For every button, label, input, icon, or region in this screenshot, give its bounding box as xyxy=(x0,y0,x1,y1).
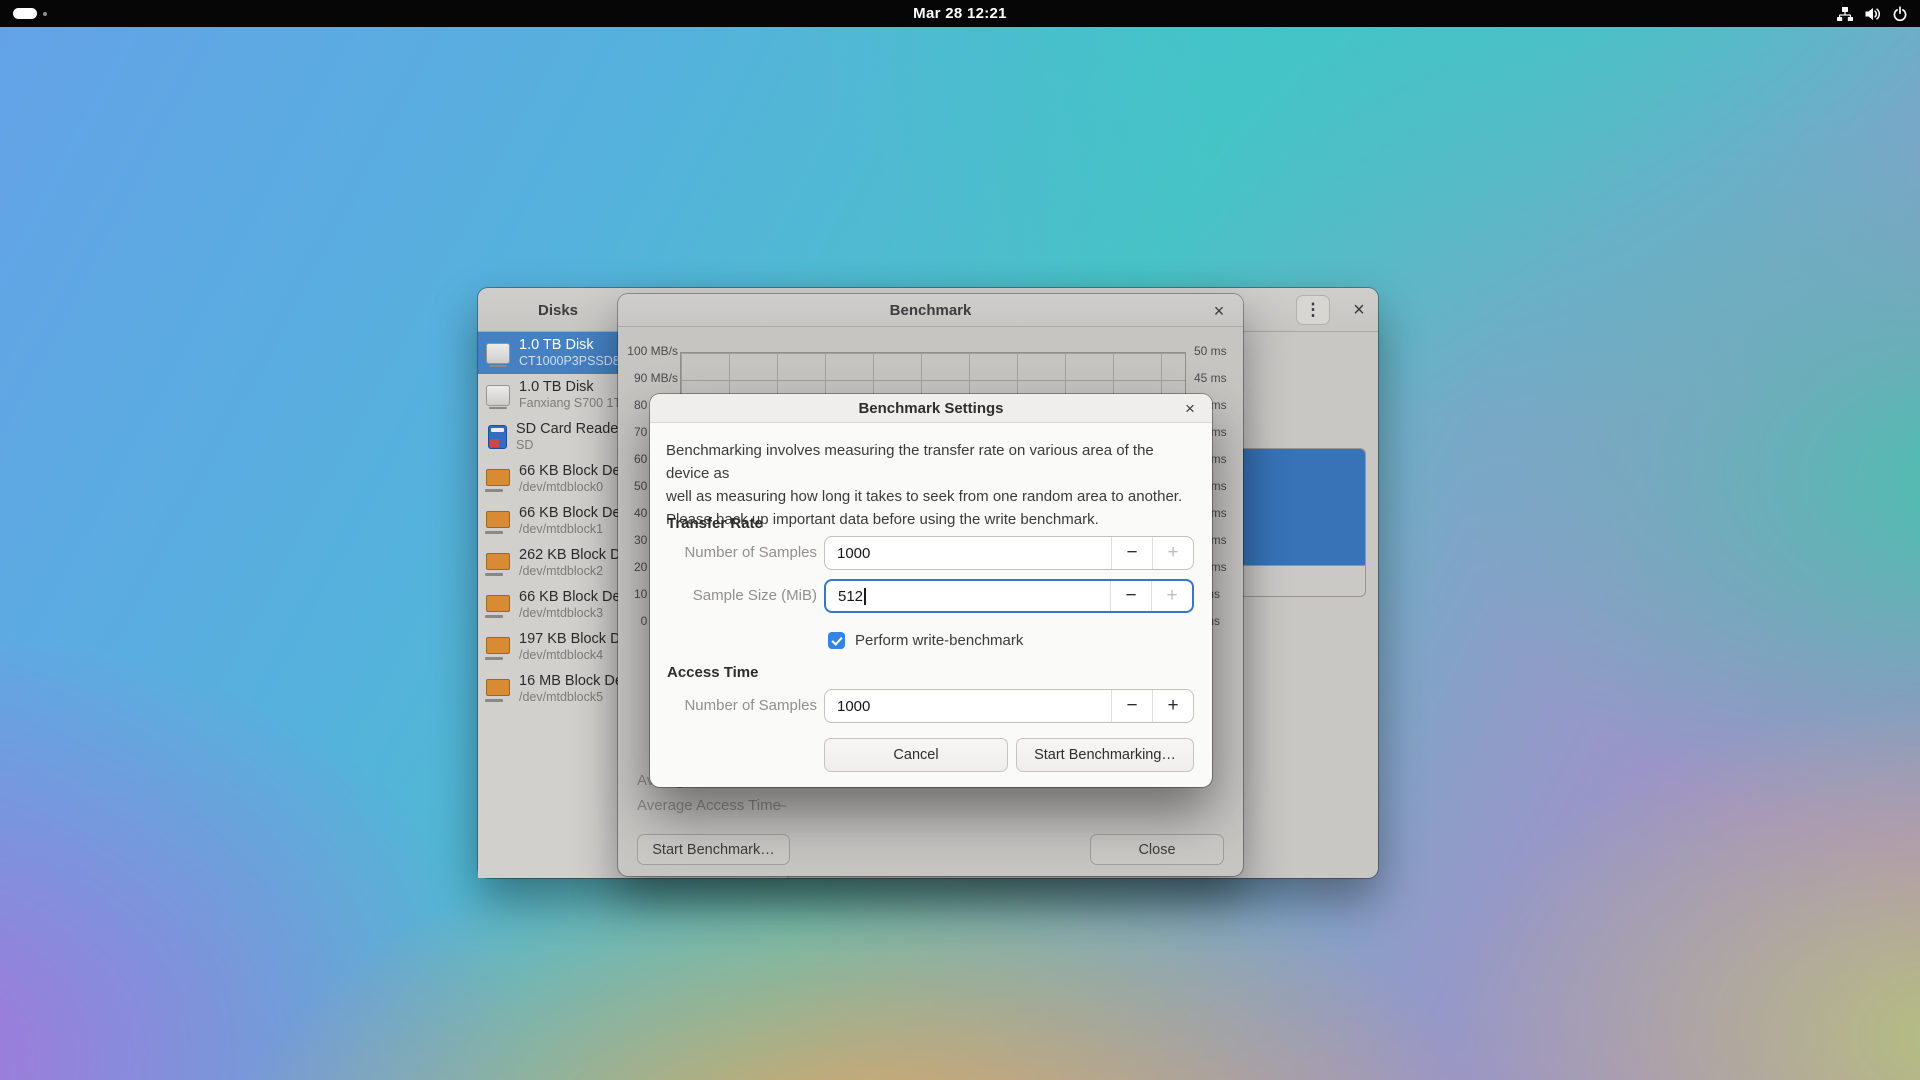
system-tray[interactable] xyxy=(1837,0,1908,27)
access-samples-field: 1000 − + xyxy=(824,689,1194,723)
transfer-samples-label: Number of Samples xyxy=(664,536,817,570)
activities-pill-icon xyxy=(13,8,37,19)
network-icon xyxy=(1837,6,1853,22)
settings-headerbar: Benchmark Settings × xyxy=(650,394,1212,423)
start-benchmarking-button[interactable]: Start Benchmarking… xyxy=(1016,738,1194,772)
block-device-icon xyxy=(486,595,510,612)
y-axis-tick: 90 MB/s xyxy=(626,371,678,385)
device-title: 1.0 TB Disk xyxy=(519,337,620,354)
menu-button[interactable]: ⋮ xyxy=(1296,295,1330,325)
settings-close-icon[interactable]: × xyxy=(1176,395,1204,423)
average-access-time-value: – xyxy=(778,797,786,814)
y2-axis-tick: 45 ms xyxy=(1194,371,1227,385)
device-title: SD Card Reader xyxy=(516,421,623,438)
y-axis-tick: 100 MB/s xyxy=(626,344,678,358)
plus-button[interactable]: + xyxy=(1152,537,1193,569)
benchmark-close-icon[interactable]: × xyxy=(1205,297,1233,325)
access-samples-label: Number of Samples xyxy=(664,689,817,723)
plus-button[interactable]: + xyxy=(1151,581,1192,611)
device-title: 1.0 TB Disk xyxy=(519,379,630,396)
plus-button[interactable]: + xyxy=(1152,690,1193,722)
transfer-samples-value: 1000 xyxy=(837,545,870,562)
checkbox-checked-icon[interactable] xyxy=(828,632,845,649)
volume-icon xyxy=(1864,6,1881,22)
hard-disk-icon xyxy=(486,385,510,406)
window-title: Disks xyxy=(478,288,638,332)
start-benchmark-button[interactable]: Start Benchmark… xyxy=(637,834,790,865)
clock[interactable]: Mar 28 12:21 xyxy=(913,5,1007,22)
write-benchmark-checkbox-row[interactable]: Perform write-benchmark xyxy=(828,632,1023,649)
transfer-rate-heading: Transfer Rate xyxy=(667,515,763,532)
close-button[interactable]: Close xyxy=(1090,834,1224,865)
sample-size-field: 512 − + xyxy=(824,579,1194,613)
block-device-icon xyxy=(486,679,510,696)
sample-size-input[interactable]: 512 xyxy=(826,581,1110,611)
block-device-icon xyxy=(486,637,510,654)
benchmark-settings-dialog: Benchmark Settings × Benchmarking involv… xyxy=(650,394,1212,787)
write-benchmark-label: Perform write-benchmark xyxy=(855,632,1023,649)
workspace-dot-icon xyxy=(43,12,47,16)
cancel-button[interactable]: Cancel xyxy=(824,738,1008,772)
sd-card-icon xyxy=(488,425,507,449)
sample-size-label: Sample Size (MiB) xyxy=(664,579,817,613)
block-device-icon xyxy=(486,469,510,486)
desktop: Mar 28 12:21 xyxy=(0,0,1920,1080)
minus-button[interactable]: − xyxy=(1111,690,1152,722)
block-device-icon xyxy=(486,511,510,528)
transfer-samples-input[interactable]: 1000 xyxy=(825,537,1111,569)
access-time-heading: Access Time xyxy=(667,664,758,681)
top-bar: Mar 28 12:21 xyxy=(0,0,1920,27)
y2-axis-tick: 50 ms xyxy=(1194,344,1227,358)
block-device-icon xyxy=(486,553,510,570)
activities-indicator[interactable] xyxy=(13,0,47,27)
transfer-samples-field: 1000 − + xyxy=(824,536,1194,570)
text-cursor xyxy=(864,588,866,605)
sample-size-value: 512 xyxy=(838,588,863,605)
hard-disk-icon xyxy=(486,343,510,364)
power-icon xyxy=(1892,6,1908,22)
access-samples-input[interactable]: 1000 xyxy=(825,690,1111,722)
device-subtitle: CT1000P3PSSD8 xyxy=(519,354,620,368)
minus-button[interactable]: − xyxy=(1111,537,1152,569)
device-subtitle: Fanxiang S700 1TB xyxy=(519,396,630,410)
device-subtitle: SD xyxy=(516,438,623,452)
average-access-time-label: Average Access Time xyxy=(637,797,781,814)
access-samples-value: 1000 xyxy=(837,698,870,715)
minus-button[interactable]: − xyxy=(1110,581,1151,611)
settings-title-text: Benchmark Settings xyxy=(858,400,1003,417)
benchmark-title-text: Benchmark xyxy=(890,302,972,319)
benchmark-headerbar: Benchmark × xyxy=(618,294,1243,327)
disks-title-text: Disks xyxy=(538,302,578,319)
disks-close-icon[interactable]: × xyxy=(1342,295,1376,325)
